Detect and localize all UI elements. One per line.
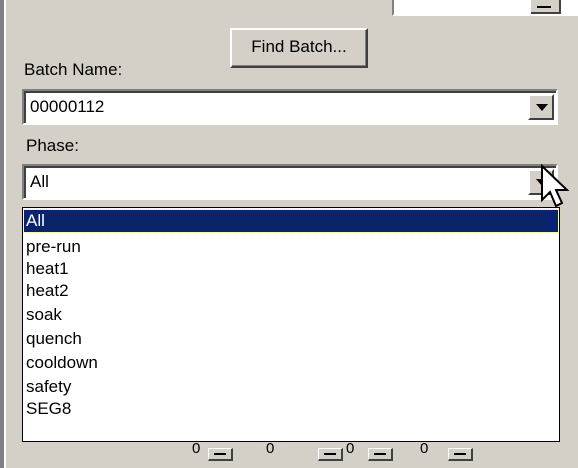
phase-label: Phase: xyxy=(26,136,79,155)
mouse-pointer-icon xyxy=(541,164,570,208)
batch-name-value: 00000112 xyxy=(30,97,105,116)
phase-option[interactable]: heat1 xyxy=(24,258,558,280)
phase-value: All xyxy=(30,172,49,191)
phase-option[interactable]: SEG8 xyxy=(24,398,558,420)
mini-button[interactable] xyxy=(448,448,473,461)
find-batch-label: Find Batch... xyxy=(251,37,347,56)
batch-name-combo[interactable]: 00000112 xyxy=(22,89,558,125)
bottom-value: 0 xyxy=(192,440,201,457)
mini-button[interactable] xyxy=(368,448,393,461)
phase-option[interactable]: quench xyxy=(24,328,558,350)
bottom-value: 0 xyxy=(420,440,429,457)
panel-edge xyxy=(0,0,6,468)
bottom-value: 0 xyxy=(346,440,355,457)
top-partial-button[interactable] xyxy=(531,0,561,14)
partial-control-row: 0 0 0 0 xyxy=(0,440,578,468)
mini-button[interactable] xyxy=(318,448,343,461)
minus-icon xyxy=(537,6,551,8)
phase-combo[interactable]: All xyxy=(22,164,558,200)
batch-dropdown-button[interactable] xyxy=(528,94,554,120)
chevron-down-icon xyxy=(536,104,548,111)
find-batch-button[interactable]: Find Batch... xyxy=(230,28,368,68)
phase-option[interactable]: safety xyxy=(24,376,558,398)
mini-button[interactable] xyxy=(208,448,233,461)
phase-option[interactable]: heat2 xyxy=(24,280,558,302)
bottom-value: 0 xyxy=(266,440,275,457)
phase-option[interactable]: soak xyxy=(24,304,558,326)
phase-option[interactable]: cooldown xyxy=(24,352,558,374)
phase-option[interactable]: All xyxy=(23,209,559,233)
phase-option[interactable]: pre-run xyxy=(24,236,558,258)
batch-name-label: Batch Name: xyxy=(24,60,123,79)
phase-dropdown-list[interactable]: All pre-run heat1 heat2 soak quench cool… xyxy=(22,207,560,442)
